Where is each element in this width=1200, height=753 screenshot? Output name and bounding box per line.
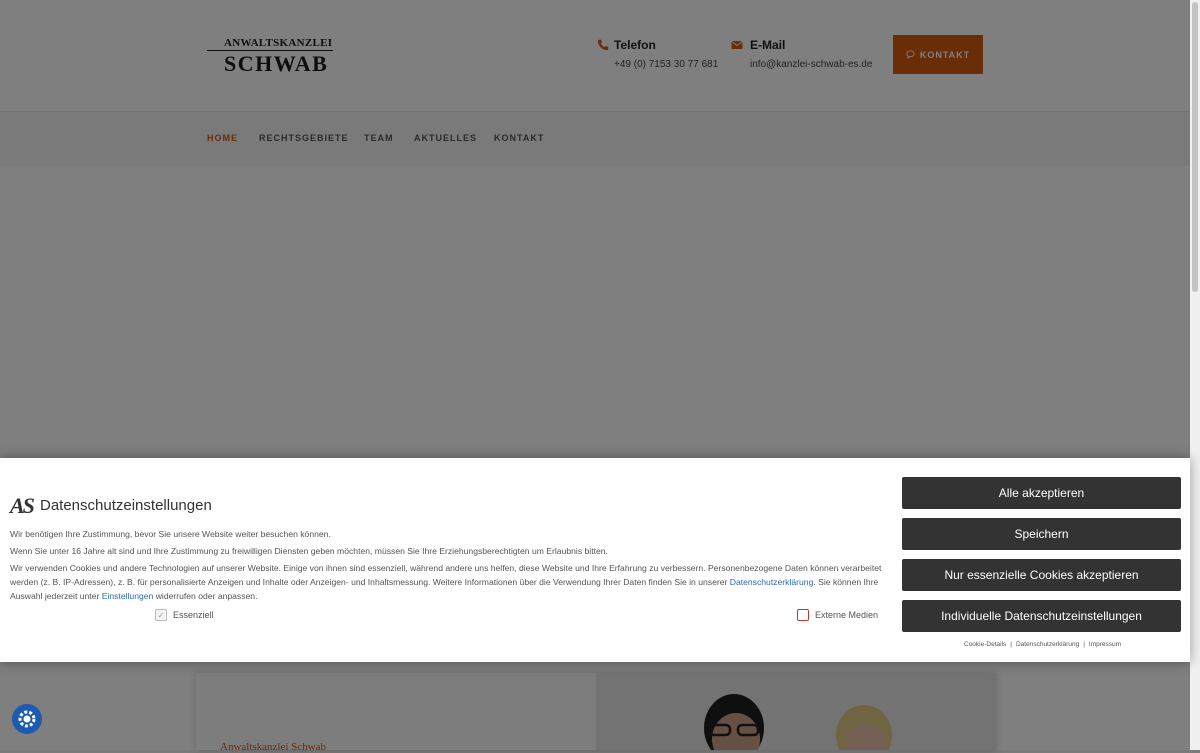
privacy-badge-icon (18, 710, 36, 728)
link-separator: | (1083, 641, 1085, 648)
accept-all-button[interactable]: Alle akzeptieren (902, 477, 1181, 509)
external-media-checkbox[interactable] (797, 609, 809, 621)
imprint-link[interactable]: Impressum (1089, 641, 1121, 648)
save-button[interactable]: Speichern (902, 518, 1181, 550)
cookie-text-consent: Wir benötigen Ihre Zustimmung, bevor Sie… (10, 529, 331, 539)
as-logo: AS (10, 493, 35, 518)
essential-label: Essenziell (173, 610, 214, 620)
cookie-text-age: Wenn Sie unter 16 Jahre alt sind und Ihr… (10, 546, 608, 556)
privacy-policy-link[interactable]: Datenschutzerklärung (730, 577, 814, 587)
cookie-details-link[interactable]: Cookie-Details (964, 641, 1006, 648)
essential-only-button[interactable]: Nur essenzielle Cookies akzeptieren (902, 559, 1181, 591)
essential-checkbox-group: ✓ Essenziell (155, 609, 214, 621)
link-separator: | (1010, 641, 1012, 648)
settings-link[interactable]: Einstellungen (102, 591, 154, 601)
external-media-label[interactable]: Externe Medien (815, 610, 878, 620)
external-media-checkbox-group: Externe Medien (797, 609, 878, 621)
essential-checkbox: ✓ (155, 609, 167, 621)
scrollbar-thumb[interactable] (1192, 2, 1198, 292)
cookie-consent-banner: AS Datenschutzeinstellungen Wir benötige… (0, 458, 1190, 662)
cookie-title: Datenschutzeinstellungen (40, 497, 212, 514)
privacy-footer-link[interactable]: Datenschutzerklärung (1016, 641, 1079, 648)
cookie-footer-links: Cookie-Details | Datenschutzerklärung | … (964, 641, 1121, 648)
page-scrollbar[interactable] (1190, 0, 1200, 750)
cookie-text-part-c: widerrufen oder anpassen. (153, 591, 258, 601)
privacy-settings-fab[interactable] (12, 704, 42, 734)
individual-settings-button[interactable]: Individuelle Datenschutzeinstellungen (902, 600, 1181, 632)
cookie-text-details: Wir verwenden Cookies und andere Technol… (10, 561, 885, 603)
